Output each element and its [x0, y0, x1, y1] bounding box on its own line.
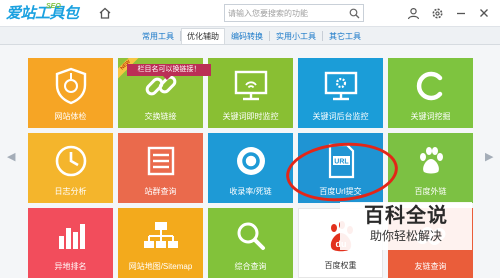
- url-document-icon: URL: [298, 141, 383, 181]
- minimize-icon[interactable]: [453, 5, 469, 21]
- tile-label: 交换链接: [144, 112, 177, 121]
- magnifier-icon: [208, 216, 293, 256]
- tile-label: 关键词即时监控: [222, 112, 279, 121]
- promo-banner: 栏目名可以换链接！: [127, 64, 211, 80]
- home-icon[interactable]: [97, 5, 113, 21]
- watermark-title: 百科全说: [364, 205, 448, 227]
- bar-chart-icon: [28, 216, 113, 256]
- tile-label: 关键词后台监控: [312, 112, 369, 121]
- tile-baidu-url-submit[interactable]: URL 百度Url提交: [298, 133, 383, 203]
- tile-log-analysis[interactable]: 日志分析: [28, 133, 113, 203]
- tile-label: 站群查询: [144, 187, 177, 196]
- tile-baidu-backlinks[interactable]: 百度外链: [388, 133, 473, 203]
- tile-keyword-instant-monitor[interactable]: 关键词即时监控: [208, 58, 293, 128]
- tile-label: 百度Url提交: [319, 187, 362, 196]
- watermark: 百科全说 助你轻松解决: [340, 202, 472, 250]
- tile-keyword-mining[interactable]: 关键词挖掘: [388, 58, 473, 128]
- logo-text: 爱站工具包: [6, 5, 79, 22]
- tab-encoding[interactable]: 编码转换: [225, 28, 269, 44]
- sitemap-icon: [118, 216, 203, 256]
- svg-text:URL: URL: [334, 159, 349, 166]
- user-icon[interactable]: [405, 5, 421, 21]
- logo-seo: SEO: [46, 3, 61, 10]
- prev-arrow-icon[interactable]: ◀: [7, 150, 15, 163]
- tile-label: 综合查询: [234, 262, 267, 271]
- search-input[interactable]: [228, 6, 338, 20]
- tile-label: 友链查询: [414, 262, 447, 271]
- list-icon: [118, 141, 203, 181]
- monitor-gear-icon: [298, 66, 383, 106]
- c-letter-icon: [388, 66, 473, 106]
- tile-site-group-query[interactable]: 站群查询: [118, 133, 203, 203]
- tab-bar: 常用工具 优化辅助 编码转换 实用小工具 其它工具: [136, 28, 367, 44]
- watermark-subtitle: 助你轻松解决: [369, 229, 442, 243]
- tile-label: 日志分析: [54, 187, 87, 196]
- tab-optimization[interactable]: 优化辅助: [181, 28, 225, 44]
- clock-icon: [28, 141, 113, 181]
- record-circle-icon: [208, 141, 293, 181]
- tab-other-tools[interactable]: 其它工具: [323, 28, 367, 44]
- tile-label: 异地排名: [54, 262, 87, 271]
- tab-common-tools[interactable]: 常用工具: [136, 28, 180, 44]
- tile-label: 网站地图/Sitemap: [128, 262, 193, 271]
- tile-label: 网站体检: [54, 112, 87, 121]
- tile-comprehensive-query[interactable]: 综合查询: [208, 208, 293, 278]
- monitor-icon: [208, 66, 293, 106]
- tile-sitemap[interactable]: 网站地图/Sitemap: [118, 208, 203, 278]
- tile-label: 百度外链: [414, 187, 447, 196]
- paw-icon: [388, 141, 473, 181]
- tile-label: 关键词挖掘: [410, 112, 451, 121]
- next-arrow-icon[interactable]: ▶: [485, 150, 493, 163]
- close-icon[interactable]: [476, 5, 492, 21]
- settings-icon[interactable]: [429, 5, 445, 21]
- search-icon[interactable]: [347, 6, 361, 20]
- search-box: [224, 4, 364, 22]
- tile-label: 百度权重: [324, 261, 357, 270]
- title-bar: 爱站工具包 SEO: [0, 0, 500, 27]
- tile-label: 收录率/死链: [229, 187, 272, 196]
- tile-site-checkup[interactable]: 网站体检: [28, 58, 113, 128]
- tile-index-rate-dead-links[interactable]: 收录率/死链: [208, 133, 293, 203]
- tile-remote-ranking[interactable]: 异地排名: [28, 208, 113, 278]
- tab-utilities[interactable]: 实用小工具: [270, 28, 322, 44]
- tile-keyword-background-monitor[interactable]: 关键词后台监控: [298, 58, 383, 128]
- app-logo: 爱站工具包 SEO: [6, 3, 79, 23]
- shield-doctor-icon: [28, 66, 113, 106]
